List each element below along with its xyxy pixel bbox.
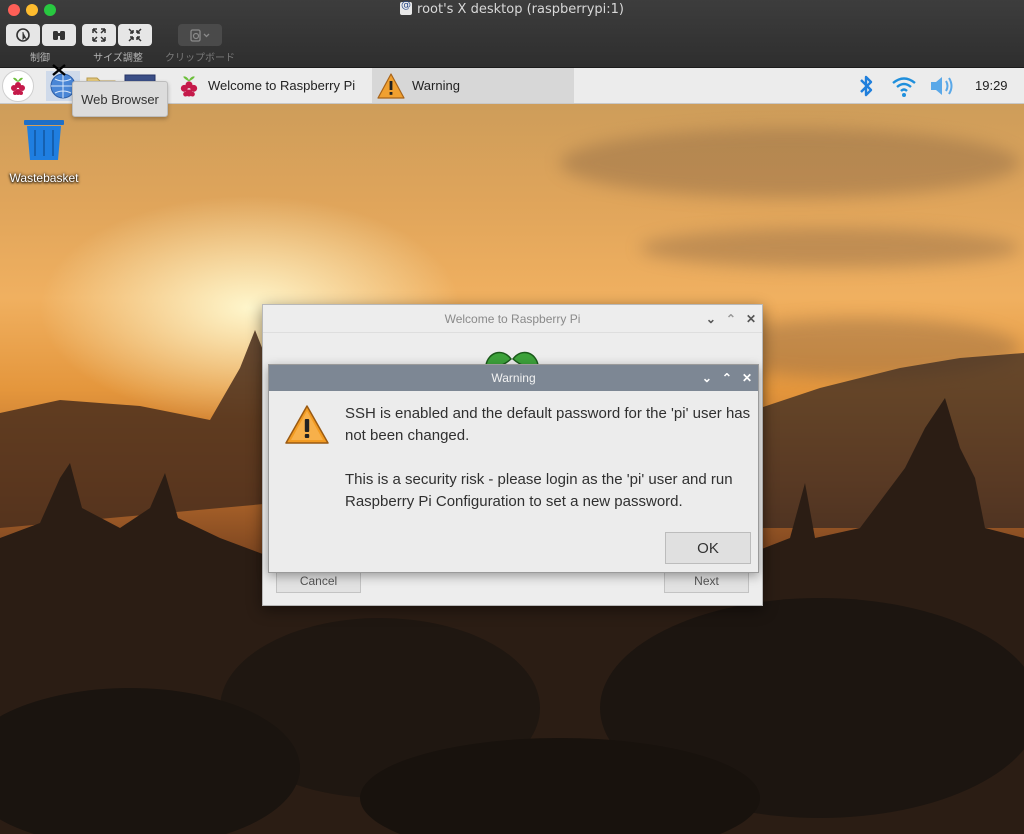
cursor-icon (16, 28, 30, 42)
pointer-control-button[interactable] (6, 24, 40, 46)
warning-dialog-title: Warning (491, 371, 536, 385)
bluetooth-icon[interactable] (856, 72, 876, 100)
warning-message: SSH is enabled and the default password … (345, 403, 755, 513)
clipboard-group (178, 24, 222, 46)
ok-button[interactable]: OK (665, 532, 751, 564)
resize-group (82, 24, 152, 46)
warning-titlebar: Warning ⌄ ⌃ ✕ (269, 365, 758, 391)
warning-icon (285, 405, 329, 444)
wifi-icon[interactable] (890, 72, 918, 100)
binoculars-icon (53, 31, 65, 40)
warning-icon (377, 72, 405, 99)
fit-shrink-button[interactable] (118, 24, 152, 46)
control-group (6, 24, 76, 46)
close-icon[interactable]: ✕ (746, 305, 756, 333)
volume-icon[interactable] (928, 72, 958, 100)
warning-window-controls: ⌄ ⌃ ✕ (702, 365, 752, 391)
raspberry-menu-button[interactable] (2, 70, 34, 102)
clipboard-icon (190, 29, 210, 42)
vnc-icon (400, 0, 413, 15)
mouse-cursor-icon (52, 64, 66, 76)
resize-label: サイズ調整 (93, 53, 143, 64)
task-label: Warning (412, 78, 460, 93)
web-browser-tooltip: Web Browser (72, 81, 168, 117)
welcome-window-title: Welcome to Raspberry Pi (444, 312, 581, 326)
maximize-icon[interactable]: ⌃ (726, 305, 736, 333)
clipboard-label: クリップボード (165, 53, 235, 64)
maximize-icon[interactable]: ⌃ (722, 365, 732, 391)
task-welcome[interactable]: Welcome to Raspberry Pi (172, 68, 370, 103)
welcome-titlebar: Welcome to Raspberry Pi ⌄ ⌃ ✕ (263, 305, 762, 333)
raspberry-icon (180, 75, 198, 96)
warning-message-line-1: SSH is enabled and the default password … (345, 405, 751, 444)
clipboard-button[interactable] (178, 24, 222, 46)
welcome-window-controls: ⌄ ⌃ ✕ (706, 305, 756, 333)
desktop-icon-label: Wastebasket (9, 171, 79, 185)
expand-icon (92, 28, 106, 42)
fit-expand-button[interactable] (82, 24, 116, 46)
shrink-icon (128, 28, 142, 42)
minimize-icon[interactable]: ⌄ (702, 365, 712, 391)
minimize-icon[interactable]: ⌄ (706, 305, 716, 333)
warning-message-line-2: This is a security risk - please login a… (345, 471, 733, 510)
task-label: Welcome to Raspberry Pi (208, 78, 356, 93)
keyboard-control-button[interactable] (42, 24, 76, 46)
host-window-title: root's X desktop (raspberrypi:1) (0, 0, 1024, 17)
control-label: 制御 (30, 53, 50, 64)
task-warning[interactable]: Warning (372, 68, 574, 103)
close-icon[interactable]: ✕ (742, 365, 752, 391)
raspberry-icon (11, 77, 25, 95)
clock: 19:29 (975, 78, 1008, 93)
host-titlebar: root's X desktop (raspberrypi:1) 制御 (0, 0, 1024, 68)
wastebasket-desktop-icon[interactable]: Wastebasket (4, 118, 84, 185)
trash-icon (24, 120, 64, 160)
warning-dialog: Warning ⌄ ⌃ ✕ SSH is enabled and the def… (268, 364, 759, 573)
